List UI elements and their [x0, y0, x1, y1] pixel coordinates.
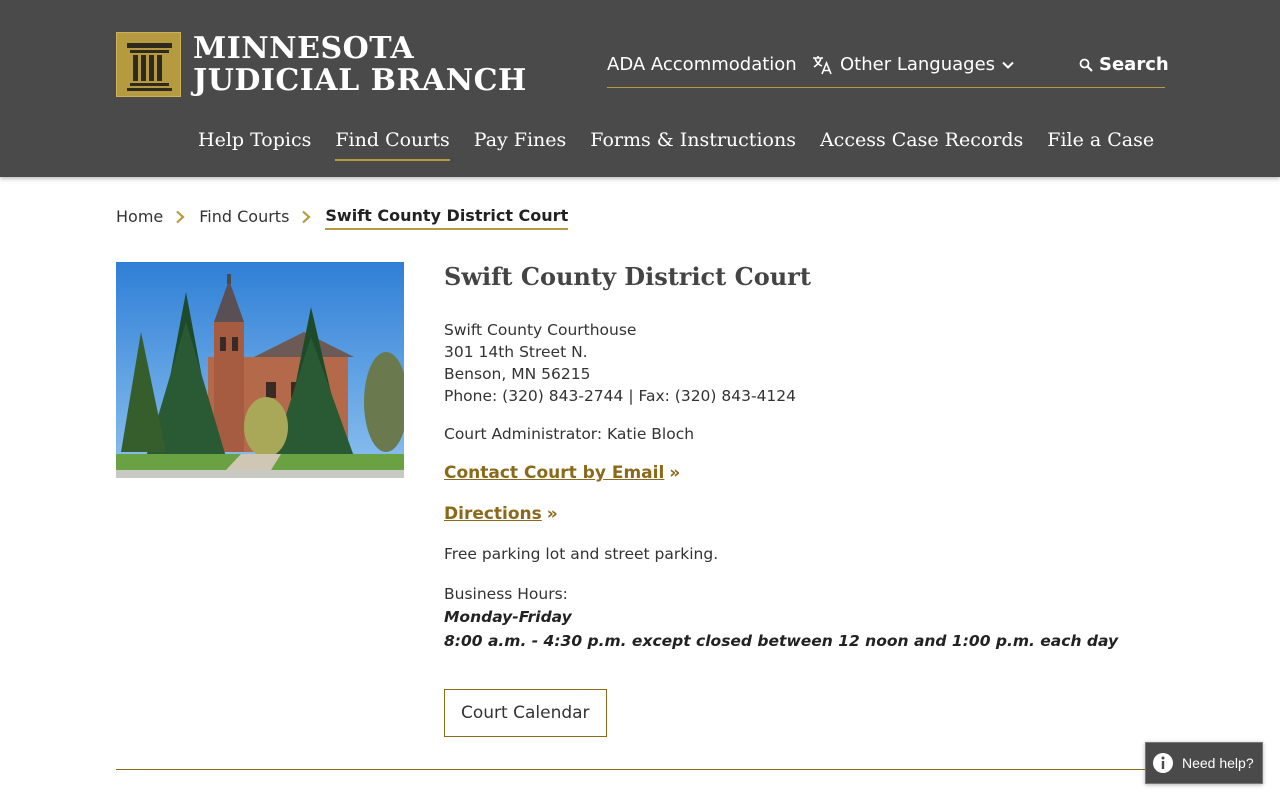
ada-accommodation-link[interactable]: ADA Accommodation — [607, 52, 797, 78]
page-title: Swift County District Court — [444, 262, 811, 291]
email-link-row: Contact Court by Email » — [444, 461, 1164, 485]
courthouse-pillars-icon — [116, 32, 181, 97]
logo-wordmark: MINNESOTA JUDICIAL BRANCH — [193, 30, 527, 98]
breadcrumb-find-courts[interactable]: Find Courts — [199, 205, 289, 229]
need-help-label: Need help? — [1182, 755, 1254, 771]
breadcrumb-current: Swift County District Court — [325, 204, 569, 230]
search-label: Search — [1099, 54, 1169, 75]
breadcrumb-home[interactable]: Home — [116, 205, 163, 229]
phone-fax-line: Phone: (320) 843-2744 | Fax: (320) 843-4… — [444, 387, 797, 405]
section-divider — [116, 769, 1164, 770]
directions-link-row: Directions » — [444, 502, 1164, 526]
link-arrow: » — [546, 504, 558, 524]
translate-icon — [813, 56, 832, 75]
breadcrumb: Home Find Courts Swift County District C… — [116, 204, 569, 230]
chevron-down-icon — [1002, 61, 1014, 69]
info-icon — [1153, 753, 1173, 773]
nav-find-courts[interactable]: Find Courts — [335, 125, 450, 161]
directions-link[interactable]: Directions — [444, 502, 542, 526]
business-hours-days: Monday-Friday — [444, 608, 572, 626]
address-line: Swift County Courthouse — [444, 321, 637, 339]
nav-help-topics[interactable]: Help Topics — [198, 125, 311, 161]
other-languages-label: Other Languages — [840, 54, 996, 75]
site-logo[interactable]: MINNESOTA JUDICIAL BRANCH — [116, 32, 527, 97]
chevron-right-icon — [176, 210, 185, 224]
court-details: Swift County District Court Swift County… — [444, 262, 1164, 737]
link-arrow: » — [669, 463, 681, 483]
utility-nav: ADA Accommodation Other Languages Search — [607, 52, 1169, 88]
parking-info: Free parking lot and street parking. — [444, 545, 719, 563]
site-header: MINNESOTA JUDICIAL BRANCH ADA Accommodat… — [0, 0, 1280, 177]
court-calendar-button[interactable]: Court Calendar — [444, 689, 607, 737]
courthouse-photo — [116, 262, 404, 478]
logo-line-2: JUDICIAL BRANCH — [193, 62, 527, 98]
contact-court-email-link[interactable]: Contact Court by Email — [444, 461, 664, 485]
nav-forms-instructions[interactable]: Forms & Instructions — [590, 125, 796, 161]
nav-access-case-records[interactable]: Access Case Records — [820, 125, 1023, 161]
other-languages-dropdown[interactable]: Other Languages — [810, 52, 1015, 78]
search-button[interactable]: Search — [1079, 52, 1169, 78]
search-icon — [1079, 58, 1093, 72]
nav-pay-fines[interactable]: Pay Fines — [474, 125, 567, 161]
need-help-button[interactable]: Need help? — [1145, 742, 1263, 784]
business-hours-label: Business Hours: — [444, 585, 568, 603]
court-address: Swift County Courthouse 301 14th Street … — [444, 319, 1164, 407]
court-administrator: Court Administrator: Katie Bloch — [444, 425, 695, 443]
logo-line-1: MINNESOTA — [193, 30, 415, 66]
chevron-right-icon — [302, 210, 312, 224]
main-nav: Help Topics Find Courts Pay Fines Forms … — [198, 125, 1178, 161]
nav-file-a-case[interactable]: File a Case — [1047, 125, 1154, 161]
address-line: Benson, MN 56215 — [444, 365, 591, 383]
address-line: 301 14th Street N. — [444, 343, 588, 361]
business-hours-times: 8:00 a.m. - 4:30 p.m. except closed betw… — [444, 632, 1119, 650]
